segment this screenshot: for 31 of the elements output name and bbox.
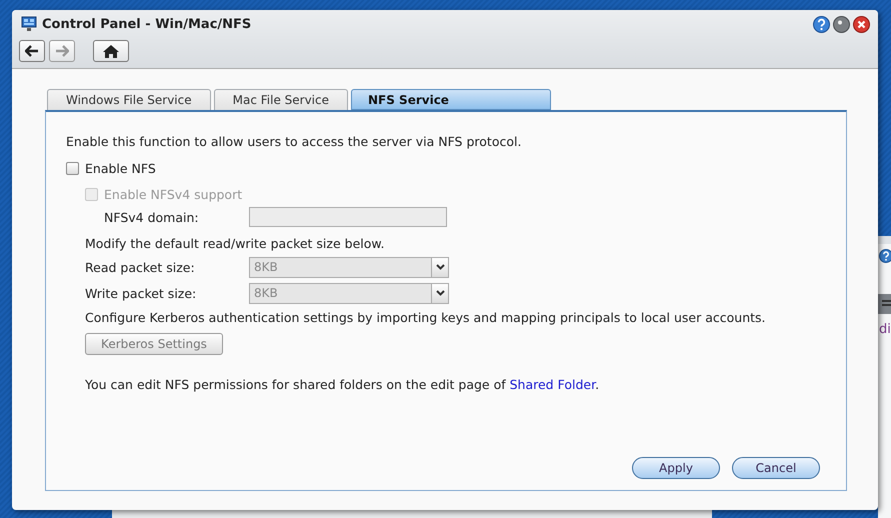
action-button[interactable]: Apply [632,457,720,479]
checkbox[interactable] [66,162,79,174]
chevron-down-icon [436,264,444,270]
chevron-down-icon [436,290,444,296]
home-button[interactable] [93,40,129,62]
back-button[interactable] [19,40,45,62]
footer-text: You can edit NFS permissions for shared folders on the edit page of Shared Folder. [85,377,600,392]
help-icon[interactable] [879,249,891,263]
field-label: NFSv4 domain: [104,210,200,224]
description-text: Enable this function to allow users to access the server via NFS protocol. [66,134,522,149]
checkbox-label: Enable NFS [85,160,156,176]
shared-folder-link[interactable]: Shared Folder [510,377,596,392]
monitor-icon [21,16,37,32]
action-button[interactable]: Cancel [732,457,820,479]
home-icon [103,44,119,58]
close-icon[interactable] [853,16,870,32]
minimize-icon[interactable] [833,16,850,32]
tab[interactable]: Windows File Service [47,89,211,110]
note-text: Modify the default read/write packet size below. [85,235,386,253]
window-text: di [879,322,891,337]
tab[interactable]: NFS Service [351,89,551,110]
note-text: Configure Kerberos authentication settings by importing keys and mapping principals to local user accounts. [85,309,767,327]
field-label: Write packet size: [85,286,198,300]
right-arrow-icon [55,45,69,57]
tab[interactable]: Mac File Service [214,89,348,110]
checkbox-label: Enable NFSv4 support [104,186,242,202]
window-title: Control Panel - Win/Mac/NFS [42,16,252,32]
left-arrow-icon [25,45,39,57]
menu-icon[interactable] [882,299,891,309]
help-icon[interactable] [813,16,830,32]
field-label: Read packet size: [85,260,196,274]
